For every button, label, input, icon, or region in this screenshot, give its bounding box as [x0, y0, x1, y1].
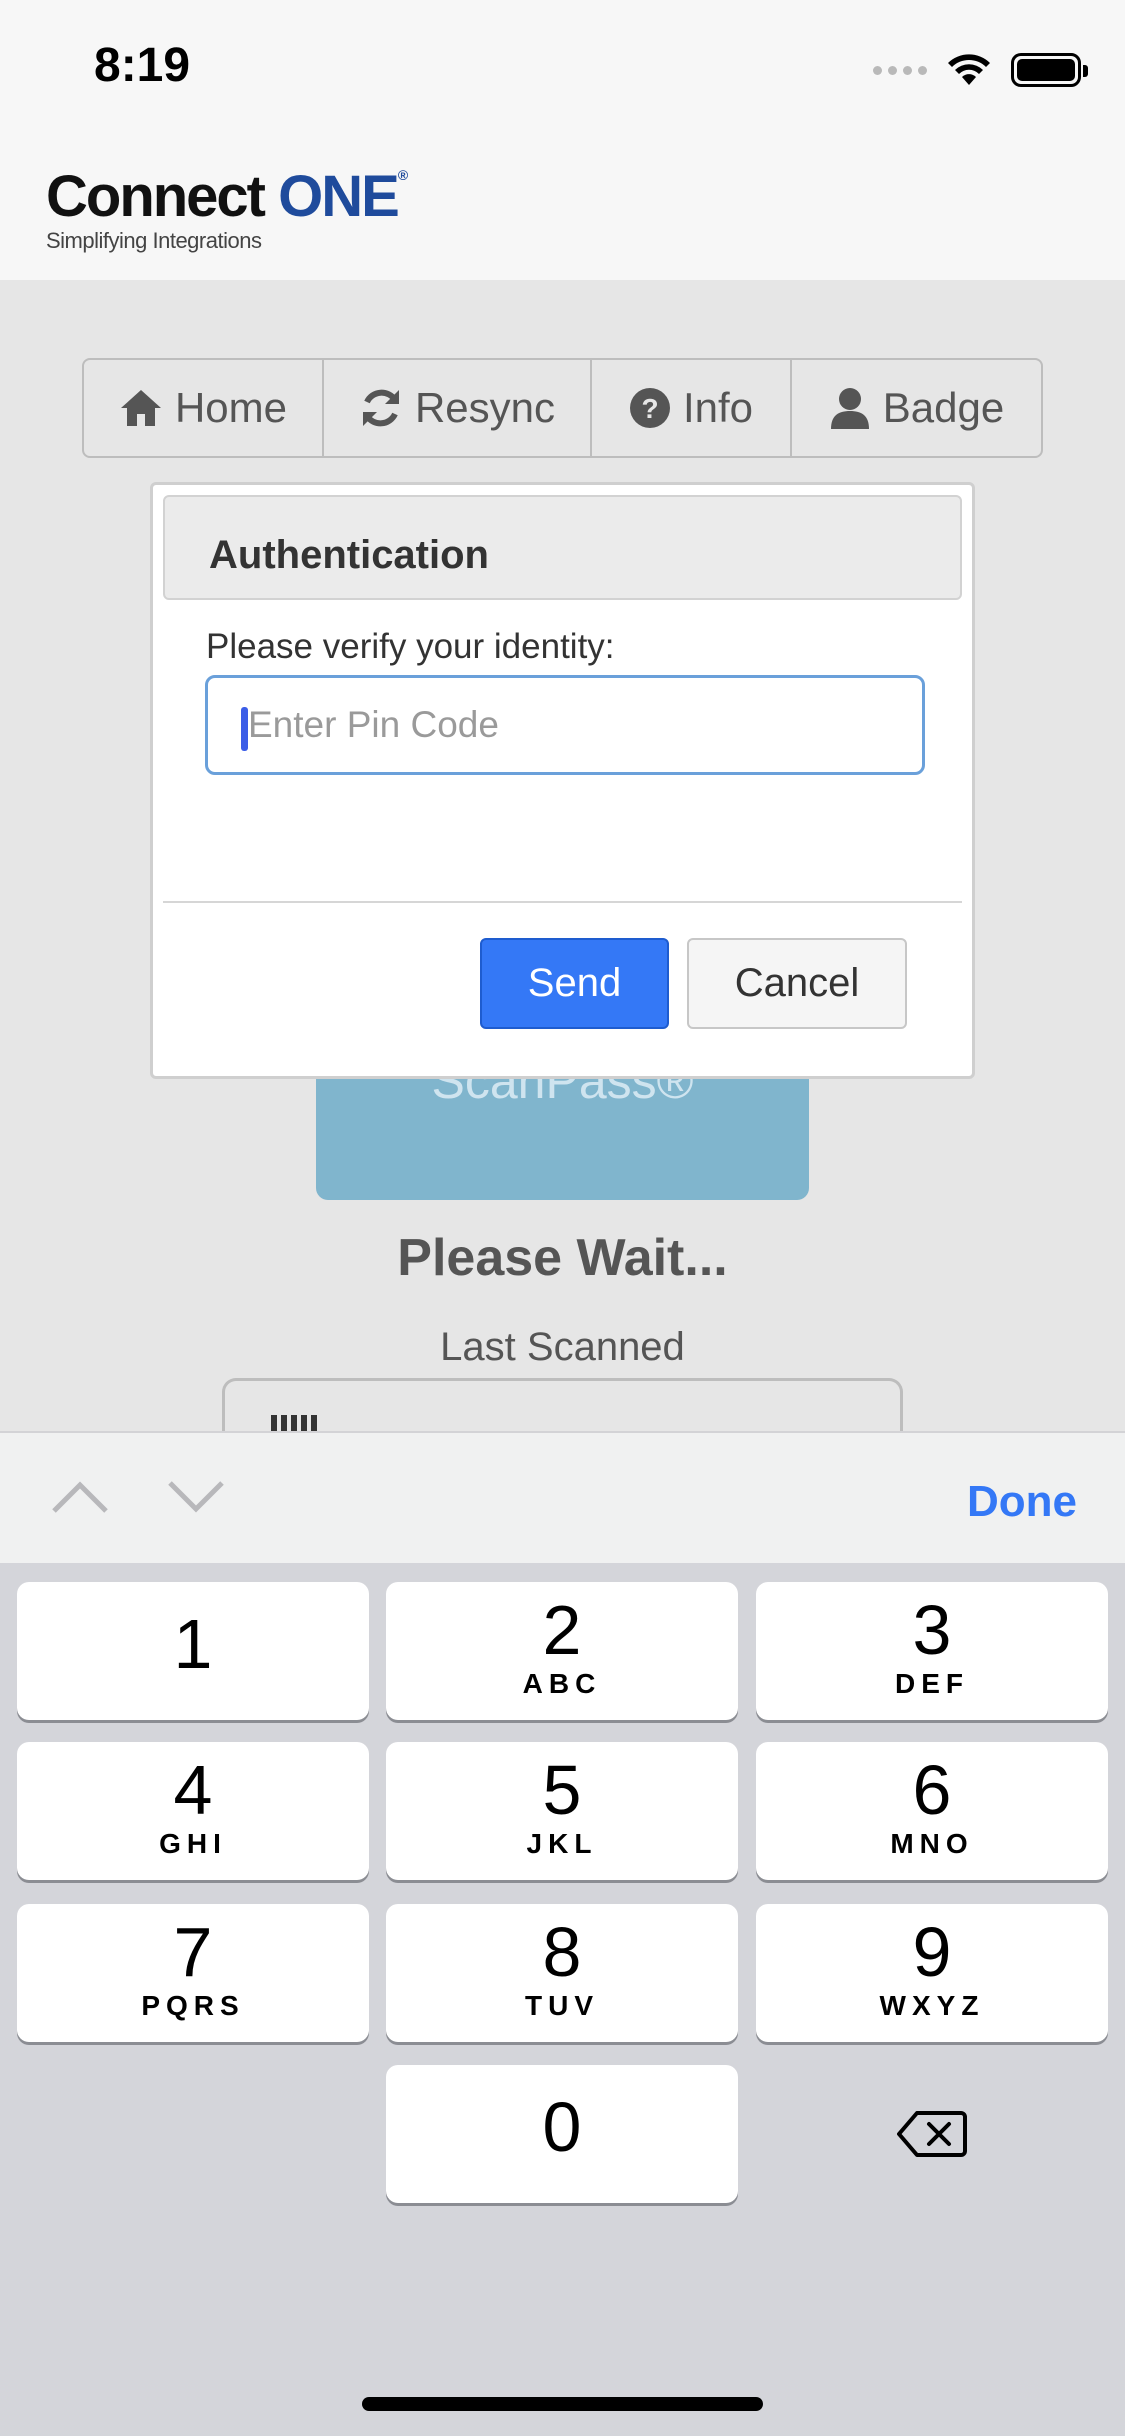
- chevron-down-icon[interactable]: [166, 1479, 226, 1515]
- key-6[interactable]: 6 MNO: [756, 1742, 1108, 1880]
- connect-one-logo: Connect ONE® Simplifying Integrations: [46, 164, 409, 254]
- done-button[interactable]: Done: [967, 1477, 1077, 1527]
- key-1[interactable]: 1: [17, 1582, 369, 1720]
- app-header: 8:19 Connect ONE® Simplifying Integratio…: [0, 0, 1125, 280]
- cancel-button[interactable]: Cancel: [687, 938, 907, 1029]
- key-5[interactable]: 5 JKL: [386, 1742, 738, 1880]
- key-4[interactable]: 4 GHI: [17, 1742, 369, 1880]
- badge-button-label: Badge: [882, 384, 1005, 431]
- modal-header: Authentication: [163, 495, 962, 600]
- send-button[interactable]: Send: [480, 938, 669, 1029]
- cellular-signal-icon: [873, 65, 927, 75]
- battery-icon: [1011, 53, 1088, 87]
- modal-divider: [163, 901, 962, 903]
- key-3[interactable]: 3 DEF: [756, 1582, 1108, 1720]
- resync-button[interactable]: Resync: [324, 360, 592, 456]
- home-button[interactable]: Home: [84, 360, 324, 456]
- home-icon: [120, 390, 161, 426]
- logo-tagline: Simplifying Integrations: [46, 228, 262, 253]
- key-0[interactable]: 0: [386, 2065, 738, 2203]
- resync-button-label: Resync: [414, 384, 556, 431]
- svg-text:?: ?: [641, 393, 658, 424]
- status-icons: [873, 50, 1088, 90]
- pin-code-input[interactable]: [205, 675, 925, 775]
- home-indicator[interactable]: [362, 2397, 763, 2411]
- chevron-up-icon[interactable]: [50, 1479, 110, 1515]
- info-button[interactable]: ? Info: [592, 360, 792, 456]
- key-8[interactable]: 8 TUV: [386, 1904, 738, 2042]
- status-time: 8:19: [94, 39, 191, 92]
- modal-title: Authentication: [209, 533, 489, 577]
- verify-identity-label: Please verify your identity:: [206, 627, 615, 666]
- authentication-modal: Authentication Please verify your identi…: [150, 482, 975, 1079]
- home-button-label: Home: [174, 384, 288, 431]
- backspace-icon: [897, 2111, 967, 2157]
- key-9[interactable]: 9 WXYZ: [756, 1904, 1108, 2042]
- key-2[interactable]: 2 ABC: [386, 1582, 738, 1720]
- info-button-label: Info: [682, 384, 754, 431]
- scanpass-button[interactable]: ScanPass®: [316, 1060, 809, 1200]
- status-message: Please Wait...: [397, 1229, 728, 1287]
- text-caret: [241, 707, 248, 751]
- question-circle-icon: ?: [629, 388, 670, 428]
- user-icon: [830, 388, 869, 429]
- keyboard-accessory-bar: Done: [0, 1431, 1125, 1563]
- refresh-icon: [362, 389, 399, 427]
- nav-button-group: Home Resync ? Info Badge: [82, 358, 1043, 458]
- numeric-keypad: 1 2 ABC 3 DEF 4 GHI 5 JKL 6 MNO 7 PQRS 8 TUV 9W…: [0, 1563, 1125, 2436]
- wifi-icon: [948, 54, 990, 85]
- key-7[interactable]: 7 PQRS: [17, 1904, 369, 2042]
- delete-key[interactable]: [756, 2065, 1108, 2203]
- last-scanned-label: Last Scanned: [440, 1325, 685, 1369]
- badge-button[interactable]: Badge: [792, 360, 1041, 456]
